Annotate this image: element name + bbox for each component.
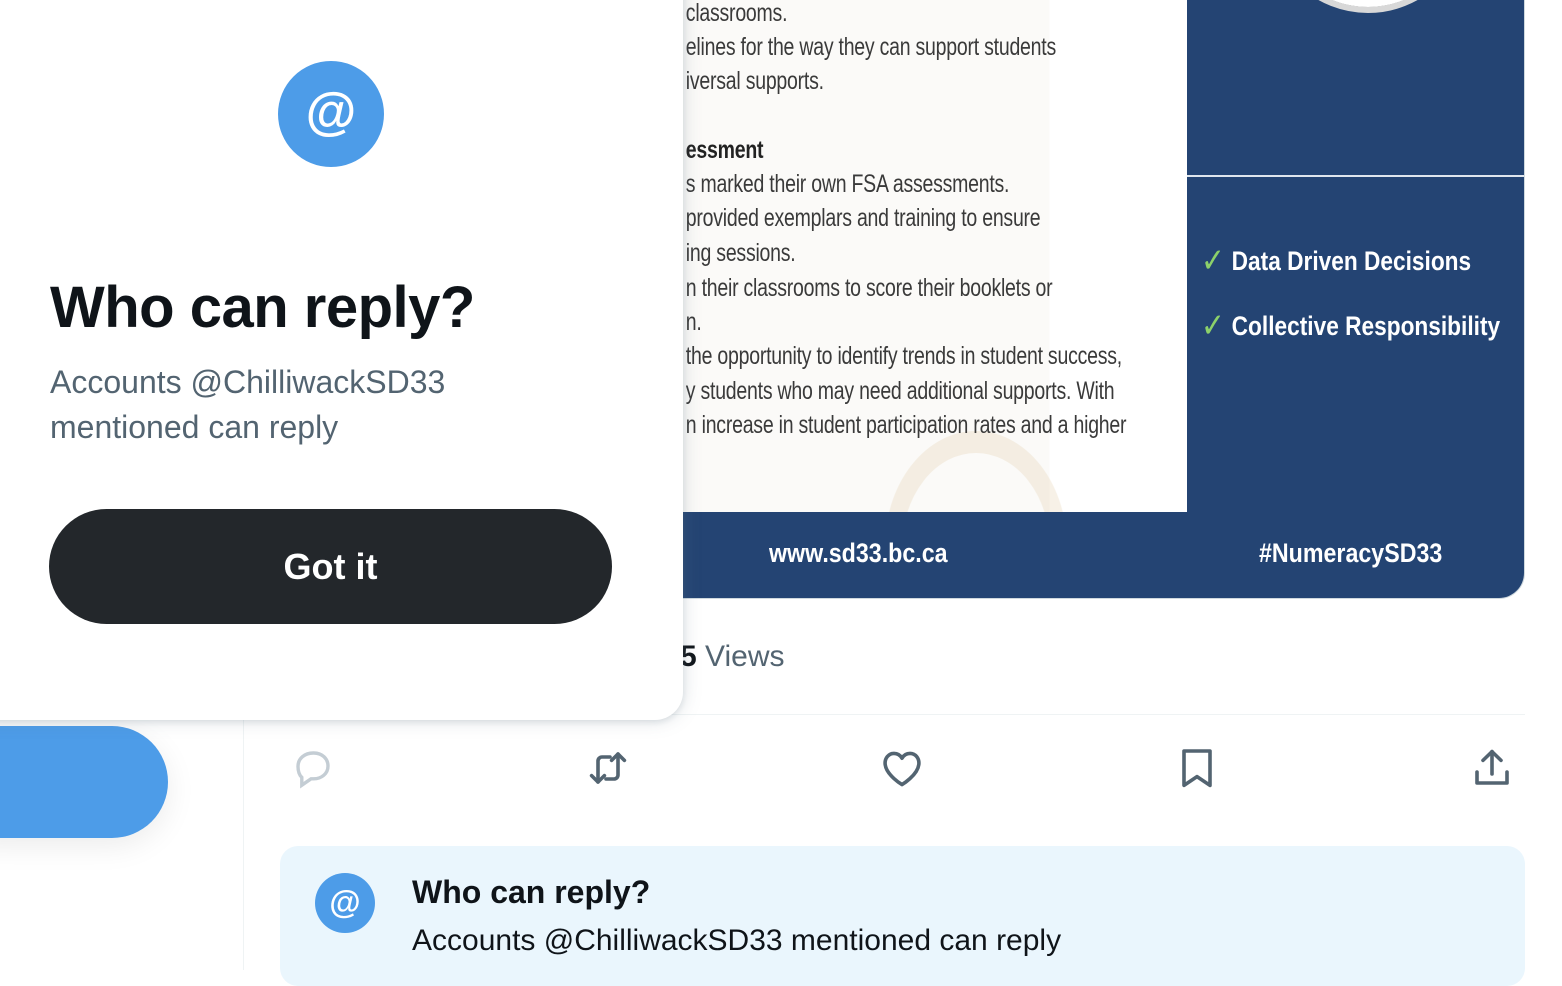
retweet-button[interactable] xyxy=(584,744,632,792)
views-label: Views xyxy=(705,640,785,673)
document-line: provided exemplars and training to ensur… xyxy=(685,204,1041,232)
document-line: iversal supports. xyxy=(685,67,824,95)
popup-description: Accounts @ChilliwackSD33 mentioned can r… xyxy=(50,364,446,445)
like-button[interactable] xyxy=(878,744,926,792)
document-line: classrooms. xyxy=(685,0,788,27)
mention-icon: @ xyxy=(315,873,375,933)
post-button[interactable] xyxy=(0,726,168,838)
bookmark-button[interactable] xyxy=(1173,744,1221,792)
tweet-media-image[interactable]: classrooms. elines for the way they can s… xyxy=(560,0,1525,599)
mention-icon: @ xyxy=(278,61,384,167)
document-line: y students who may need additional suppo… xyxy=(685,377,1115,405)
checkmark-icon: ✓ xyxy=(1201,307,1225,345)
reply-button[interactable] xyxy=(289,744,337,792)
media-blue-panel: ✓ Data Driven Decisions ✓ Collective Respo… xyxy=(1187,0,1524,512)
views-count[interactable]: 5 Views xyxy=(680,640,785,674)
document-heading: essment xyxy=(685,136,764,164)
who-can-reply-popup: @ Who can reply? Accounts @ChilliwackSD3… xyxy=(0,0,683,720)
reply-icon xyxy=(296,751,330,789)
popup-title: Who can reply? xyxy=(50,275,475,340)
reply-banner-subtitle: Accounts @ChilliwackSD33 mentioned can r… xyxy=(412,924,1062,957)
document-line: n their classrooms to score their bookle… xyxy=(685,274,1053,302)
document-line: elines for the way they can support stud… xyxy=(685,33,1056,61)
sidebar-divider xyxy=(243,700,244,970)
document-line: the opportunity to identify trends in st… xyxy=(685,342,1122,370)
share-icon xyxy=(1475,749,1509,785)
retweet-icon xyxy=(589,752,627,784)
reply-restriction-banner: @ Who can reply? Accounts @ChilliwackSD3… xyxy=(280,846,1525,986)
checklist-item-label: Data Driven Decisions xyxy=(1231,246,1472,276)
footer-hashtag: #NumeracySD33 xyxy=(1259,538,1443,568)
checklist-item: ✓ Data Driven Decisions xyxy=(1201,241,1471,281)
got-it-button[interactable]: Got it xyxy=(49,509,612,624)
checklist-item-label: Collective Responsibility xyxy=(1231,311,1501,341)
reply-banner-title: Who can reply? xyxy=(412,874,651,910)
document-line: n. xyxy=(685,308,702,336)
media-footer-bar: www.sd33.bc.ca #NumeracySD33 xyxy=(561,512,1524,598)
bookmark-icon xyxy=(1182,749,1212,788)
footer-url: www.sd33.bc.ca xyxy=(769,538,948,568)
document-line: ing sessions. xyxy=(685,239,796,267)
like-icon xyxy=(883,751,921,787)
document-line: s marked their own FSA assessments. xyxy=(685,170,1010,198)
document-line: n increase in student participation rate… xyxy=(685,411,1127,439)
panel-divider xyxy=(1187,175,1524,177)
checkmark-icon: ✓ xyxy=(1201,242,1225,280)
checklist-item: ✓ Collective Responsibility xyxy=(1201,306,1500,346)
school-seal-logo xyxy=(1267,0,1469,13)
share-button[interactable] xyxy=(1468,744,1516,792)
